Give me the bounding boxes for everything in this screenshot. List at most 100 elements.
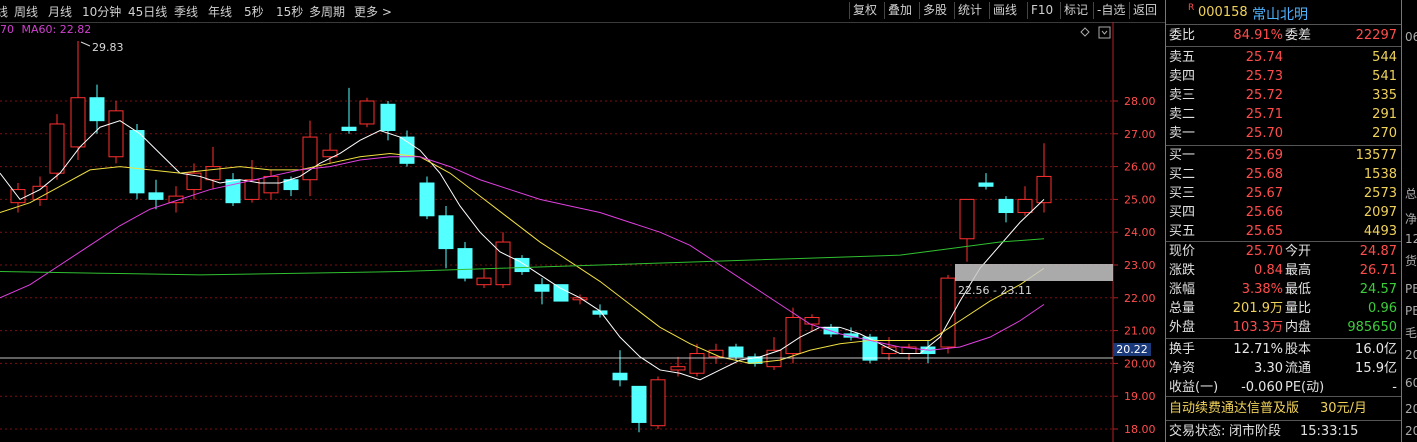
quote-label: 量比 — [1285, 301, 1312, 316]
quote-value: 24.87 — [1359, 244, 1397, 259]
candle-body — [129, 130, 145, 194]
candle-body — [283, 179, 299, 191]
sell-label: 卖三 — [1169, 88, 1196, 103]
sell-volume: 335 — [1372, 88, 1397, 103]
range-label: 22.56 - 23.11 — [958, 284, 1032, 297]
ma5-line — [0, 120, 1045, 381]
candle-body — [263, 175, 279, 194]
overlay-button[interactable]: 叠加 — [884, 2, 915, 19]
y-axis-tick: 24.00 — [1124, 226, 1156, 239]
sell-row[interactable]: 卖三 25.72 335 — [1166, 87, 1401, 104]
sell-row[interactable]: 卖五 25.74 544 — [1166, 49, 1401, 66]
candle-body — [10, 189, 26, 204]
quote-value: 0.96 — [1368, 301, 1397, 316]
sell-price: 25.74 — [1245, 50, 1283, 65]
buy-label: 买一 — [1169, 148, 1196, 163]
finance-label: 流通 — [1285, 361, 1312, 376]
right-edge-text: 20 — [1405, 424, 1417, 438]
ma-prev-value: 70 — [0, 23, 14, 36]
quote-value: 26.71 — [1359, 263, 1397, 278]
sell-price: 25.72 — [1245, 88, 1283, 103]
buy-label: 买五 — [1169, 224, 1196, 239]
buy-row[interactable]: 买三 25.67 2573 — [1166, 185, 1401, 202]
current-price-tag: 20.22 — [1113, 343, 1151, 356]
multi-stock-button[interactable]: 多股 — [919, 2, 950, 19]
tab-15sec[interactable]: 15秒 — [276, 3, 303, 20]
stats-button[interactable]: 统计 — [954, 2, 985, 19]
mark-button[interactable]: 标记 — [1060, 2, 1091, 19]
quote-label: 今开 — [1285, 244, 1312, 259]
tab-5sec[interactable]: 5秒 — [244, 3, 264, 20]
tab-quarter[interactable]: 季线 — [174, 3, 198, 20]
candle-body — [476, 277, 492, 286]
buy-row[interactable]: 买二 25.68 1538 — [1166, 166, 1401, 183]
buy-row[interactable]: 买四 25.66 2097 — [1166, 204, 1401, 221]
right-edge-text: 总 — [1405, 187, 1417, 201]
finance-row: 收益(一) -0.060 PE(动) - — [1166, 379, 1401, 396]
tab-year[interactable]: 年线 — [208, 3, 232, 20]
tab-week[interactable]: 周线 — [14, 3, 38, 20]
sell-price: 25.73 — [1245, 69, 1283, 84]
quote-row: 涨幅 3.38% 最低 24.57 — [1166, 281, 1401, 298]
finance-value: -0.060 — [1241, 380, 1283, 395]
candle-body — [804, 316, 820, 325]
candle-body — [1036, 175, 1052, 204]
promo-price[interactable]: 30元/月 — [1320, 400, 1367, 417]
candle-body — [514, 257, 530, 273]
sell-label: 卖二 — [1169, 107, 1196, 122]
y-axis-tick: 25.00 — [1124, 193, 1156, 206]
status-time: 15:33:15 — [1300, 424, 1359, 439]
ma-legend: 70 MA60: 22.82 — [0, 23, 91, 36]
price-range-band — [955, 264, 1113, 281]
right-edge-text: 06 — [1405, 30, 1417, 44]
right-edge-text: 20 — [1405, 348, 1417, 362]
buy-row[interactable]: 买五 25.65 4493 — [1166, 223, 1401, 240]
kline-chart[interactable]: 28.00 27.00 26.00 25.00 24.00 23.00 22.00 21.00… — [0, 0, 1165, 442]
candle-body — [823, 326, 839, 335]
buy-price: 25.65 — [1245, 224, 1283, 239]
draw-button[interactable]: 画线 — [989, 2, 1020, 19]
tab-day[interactable]: 线 — [0, 3, 8, 20]
promo-text[interactable]: 自动续费通达信普及版 — [1169, 400, 1299, 417]
tab-multi-period[interactable]: 多周期 — [309, 3, 345, 20]
finance-label: PE(动) — [1285, 380, 1325, 395]
buy-price: 25.66 — [1245, 205, 1283, 220]
candle-body — [592, 310, 608, 315]
candle-body — [168, 195, 184, 204]
candle-body — [380, 103, 396, 132]
f10-button[interactable]: F10 — [1027, 2, 1056, 19]
quote-label: 现价 — [1169, 244, 1196, 259]
promo-row[interactable]: 自动续费通达信普及版 30元/月 — [1166, 400, 1401, 417]
quote-label: 最低 — [1285, 282, 1312, 297]
buy-label: 买三 — [1169, 186, 1196, 201]
candle-body — [862, 336, 878, 361]
finance-value: 12.71% — [1233, 342, 1283, 357]
candle-body — [108, 110, 124, 158]
finance-value: 3.30 — [1254, 361, 1283, 376]
watchlist-button[interactable]: -自选 — [1093, 2, 1128, 19]
tab-more[interactable]: 更多 > — [354, 3, 392, 20]
back-button[interactable]: 返回 — [1129, 2, 1160, 19]
sell-row[interactable]: 卖四 25.73 541 — [1166, 68, 1401, 85]
candle-body — [785, 316, 801, 355]
finance-value: - — [1392, 380, 1397, 395]
sell-row[interactable]: 卖二 25.71 291 — [1166, 106, 1401, 123]
diamond-icon[interactable] — [1080, 27, 1090, 37]
tab-45day[interactable]: 45日线 — [128, 3, 167, 20]
fuquan-button[interactable]: 复权 — [849, 2, 880, 19]
y-axis-tick: 20.00 — [1124, 357, 1156, 370]
tab-month[interactable]: 月线 — [48, 3, 72, 20]
buy-row[interactable]: 买一 25.69 13577 — [1166, 147, 1401, 164]
tab-10min[interactable]: 10分钟 — [82, 3, 121, 20]
quote-label: 最高 — [1285, 263, 1312, 278]
candle-body — [650, 379, 666, 427]
top-right-icons[interactable] — [1080, 26, 1111, 39]
right-edge-text: 60 — [1405, 376, 1417, 390]
buy-volume: 2097 — [1363, 205, 1397, 220]
right-edge-text: 毛 — [1405, 326, 1417, 340]
right-edge-panel: 06 总净 12 货 PE PE 毛 20 60 20 20 — [1401, 0, 1417, 442]
candle-body — [572, 297, 588, 301]
sell-row[interactable]: 卖一 25.70 270 — [1166, 125, 1401, 142]
options-icon[interactable] — [1098, 26, 1111, 39]
status-state: 闭市阶段 — [1229, 424, 1282, 439]
